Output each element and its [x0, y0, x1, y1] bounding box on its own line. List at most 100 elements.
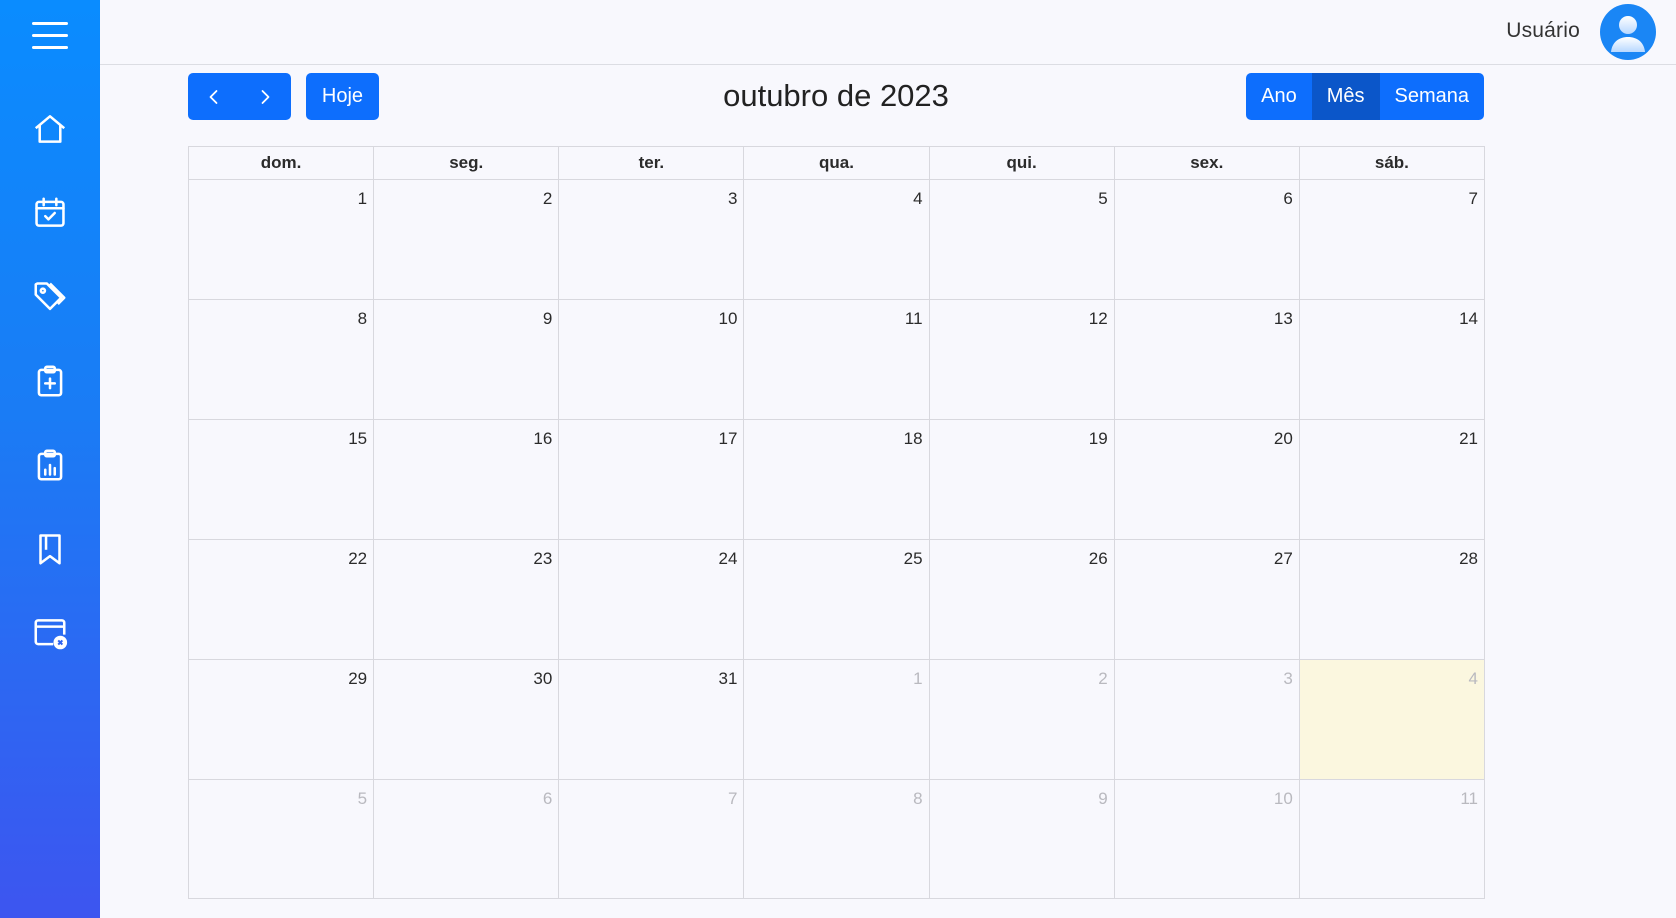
day-cell[interactable]: 28 [1300, 540, 1484, 659]
day-cell[interactable]: 2 [374, 180, 560, 299]
day-number[interactable]: 4 [1469, 669, 1478, 689]
day-cell[interactable]: 29 [189, 660, 375, 779]
day-cell[interactable]: 1 [744, 660, 930, 779]
day-number[interactable]: 4 [913, 189, 922, 209]
sidebar-item-calendar[interactable] [28, 191, 72, 235]
day-number[interactable]: 15 [348, 429, 367, 449]
day-number[interactable]: 26 [1089, 549, 1108, 569]
day-cell-today[interactable]: 4 [1299, 660, 1484, 779]
day-cell[interactable]: 21 [1300, 420, 1484, 539]
day-cell[interactable]: 23 [374, 540, 560, 659]
day-cell[interactable]: 1 [189, 180, 375, 299]
next-month-button[interactable] [240, 73, 291, 120]
sidebar-item-home[interactable] [28, 107, 72, 151]
day-cell[interactable]: 16 [374, 420, 560, 539]
sidebar-item-close-window[interactable] [28, 611, 72, 655]
day-cell[interactable]: 6 [374, 780, 560, 898]
day-cell[interactable]: 2 [930, 660, 1115, 779]
day-number[interactable]: 21 [1459, 429, 1478, 449]
day-number[interactable]: 2 [1098, 669, 1107, 689]
day-cell[interactable]: 4 [744, 180, 930, 299]
day-number[interactable]: 1 [358, 189, 367, 209]
day-cell[interactable]: 11 [1300, 780, 1484, 898]
sidebar-item-reports[interactable] [28, 443, 72, 487]
view-year-button[interactable]: Ano [1246, 73, 1312, 120]
menu-toggle-button[interactable] [32, 20, 68, 50]
day-cell[interactable]: 30 [374, 660, 560, 779]
day-number[interactable]: 5 [358, 789, 367, 809]
day-cell[interactable]: 20 [1115, 420, 1300, 539]
day-number[interactable]: 11 [905, 309, 923, 329]
day-number[interactable]: 18 [904, 429, 923, 449]
day-cell[interactable]: 5 [189, 780, 375, 898]
day-cell[interactable]: 8 [744, 780, 930, 898]
day-number[interactable]: 2 [543, 189, 552, 209]
day-number[interactable]: 3 [728, 189, 737, 209]
day-number[interactable]: 22 [348, 549, 367, 569]
day-number[interactable]: 11 [1460, 789, 1478, 809]
avatar[interactable] [1600, 4, 1656, 60]
sidebar-item-tags[interactable] [28, 275, 72, 319]
day-number[interactable]: 7 [728, 789, 737, 809]
day-number[interactable]: 29 [348, 669, 367, 689]
user-name[interactable]: Usuário [1506, 19, 1580, 43]
day-cell[interactable]: 14 [1300, 300, 1484, 419]
day-number[interactable]: 6 [543, 789, 552, 809]
day-number[interactable]: 9 [543, 309, 552, 329]
day-cell[interactable]: 9 [930, 780, 1115, 898]
day-cell[interactable]: 31 [559, 660, 745, 779]
day-number[interactable]: 1 [913, 669, 922, 689]
day-number[interactable]: 5 [1098, 189, 1107, 209]
view-month-button[interactable]: Mês [1311, 73, 1380, 120]
day-number[interactable]: 27 [1274, 549, 1293, 569]
sidebar-item-bookmarks[interactable] [28, 527, 72, 571]
day-cell[interactable]: 25 [744, 540, 930, 659]
day-cell[interactable]: 8 [189, 300, 375, 419]
day-number[interactable]: 14 [1459, 309, 1478, 329]
day-cell[interactable]: 22 [189, 540, 375, 659]
day-cell[interactable]: 24 [559, 540, 745, 659]
day-number[interactable]: 6 [1283, 189, 1292, 209]
day-cell[interactable]: 5 [930, 180, 1115, 299]
day-cell[interactable]: 13 [1115, 300, 1300, 419]
day-number[interactable]: 28 [1459, 549, 1478, 569]
day-cell[interactable]: 27 [1115, 540, 1300, 659]
day-cell[interactable]: 6 [1115, 180, 1300, 299]
day-number[interactable]: 25 [904, 549, 923, 569]
day-cell[interactable]: 3 [559, 180, 745, 299]
day-cell[interactable]: 15 [189, 420, 375, 539]
day-number[interactable]: 23 [533, 549, 552, 569]
day-cell[interactable]: 19 [930, 420, 1115, 539]
day-number[interactable]: 7 [1469, 189, 1478, 209]
day-number[interactable]: 19 [1089, 429, 1108, 449]
day-number[interactable]: 12 [1089, 309, 1108, 329]
view-week-button[interactable]: Semana [1379, 73, 1484, 120]
day-cell[interactable]: 9 [374, 300, 560, 419]
prev-month-button[interactable] [189, 73, 240, 120]
day-number[interactable]: 30 [533, 669, 552, 689]
day-cell[interactable]: 18 [744, 420, 930, 539]
day-number[interactable]: 16 [533, 429, 552, 449]
day-cell[interactable]: 10 [559, 300, 745, 419]
today-button[interactable]: Hoje [306, 73, 379, 120]
day-number[interactable]: 31 [719, 669, 738, 689]
day-number[interactable]: 20 [1274, 429, 1293, 449]
day-number[interactable]: 10 [1274, 789, 1293, 809]
sidebar-item-clipboard-add[interactable] [28, 359, 72, 403]
day-cell[interactable]: 7 [559, 780, 745, 898]
day-number[interactable]: 3 [1283, 669, 1292, 689]
day-cell[interactable]: 17 [559, 420, 745, 539]
day-number[interactable]: 10 [719, 309, 738, 329]
day-cell[interactable]: 26 [930, 540, 1115, 659]
day-cell[interactable]: 7 [1300, 180, 1484, 299]
day-cell[interactable]: 11 [744, 300, 930, 419]
day-number[interactable]: 17 [719, 429, 738, 449]
day-number[interactable]: 8 [358, 309, 367, 329]
day-number[interactable]: 13 [1274, 309, 1293, 329]
day-cell[interactable]: 12 [930, 300, 1115, 419]
day-cell[interactable]: 10 [1115, 780, 1300, 898]
day-number[interactable]: 24 [719, 549, 738, 569]
day-number[interactable]: 8 [913, 789, 922, 809]
day-cell[interactable]: 3 [1115, 660, 1300, 779]
day-number[interactable]: 9 [1098, 789, 1107, 809]
